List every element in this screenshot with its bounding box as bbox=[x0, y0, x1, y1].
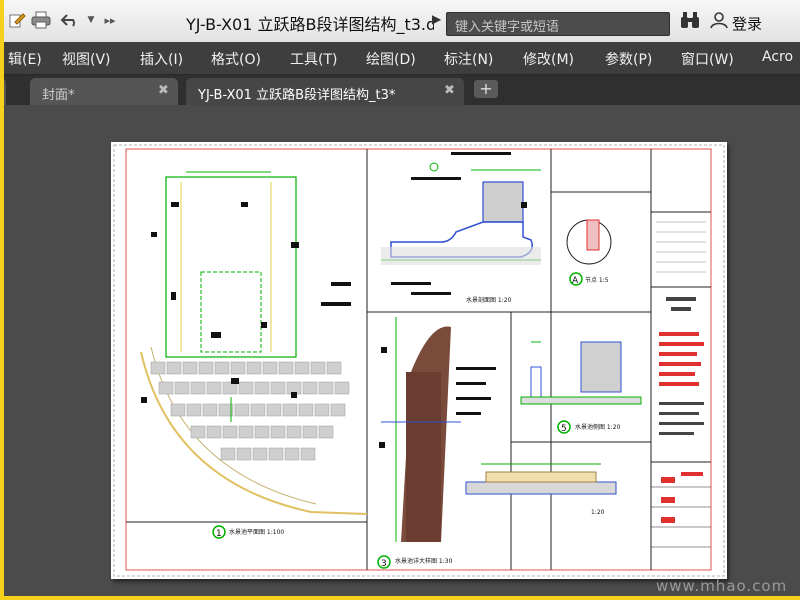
section-detail: 水景剖面图 1:20 bbox=[381, 152, 541, 304]
binoculars-icon[interactable] bbox=[680, 11, 700, 34]
tab-label: 封面* bbox=[42, 88, 75, 103]
drawing-sheet[interactable]: 1 水景池平面图 1:100 水景剖面图 1:20 A 节点 1:5 3 水景池… bbox=[111, 142, 727, 579]
detail-number: A bbox=[572, 276, 579, 286]
menu-parameters[interactable]: 参数(P) bbox=[605, 49, 652, 69]
tab-hidden[interactable] bbox=[4, 78, 6, 105]
document-title: YJ-B-X01 立跃路B段详图结构_t3.d... bbox=[186, 15, 434, 34]
undo-icon[interactable] bbox=[58, 9, 82, 31]
chevron-right-icon[interactable]: ▶ bbox=[432, 12, 441, 26]
menu-view[interactable]: 视图(V) bbox=[62, 49, 111, 69]
drawing-canvas[interactable]: 1 水景池平面图 1:100 水景剖面图 1:20 A 节点 1:5 3 水景池… bbox=[4, 105, 800, 596]
detail-caption: 水景剖面图 1:20 bbox=[466, 296, 512, 304]
menu-bar: 辑(E) 视图(V) 插入(I) 格式(O) 工具(T) 绘图(D) 标注(N)… bbox=[4, 42, 800, 75]
wall-elevation-detail: 3 水景池详大样图 1:30 bbox=[377, 317, 496, 569]
title-bar: ▼ ▸▸ YJ-B-X01 立跃路B段详图结构_t3.d... ▶ 键入关键字或… bbox=[4, 0, 800, 43]
detail-caption: 水景池平面图 1:100 bbox=[229, 528, 284, 536]
print-icon[interactable] bbox=[30, 9, 52, 31]
search-placeholder: 键入关键字或短语 bbox=[455, 20, 560, 35]
more-icon[interactable]: ▸▸ bbox=[102, 9, 118, 31]
side-section-detail: 5 水景池侧图 1:20 bbox=[520, 341, 642, 434]
title-block bbox=[651, 211, 711, 548]
menu-acrobat[interactable]: Acro bbox=[762, 49, 793, 65]
close-icon[interactable]: ✖ bbox=[158, 83, 169, 98]
plan-view-detail: 1 水景池平面图 1:100 bbox=[140, 171, 368, 539]
menu-insert[interactable]: 插入(I) bbox=[140, 49, 183, 69]
detail-caption: 水景池详大样图 1:30 bbox=[395, 557, 453, 565]
watermark-text: www.mhao.com bbox=[656, 577, 788, 595]
search-input[interactable]: 键入关键字或短语 bbox=[446, 12, 670, 36]
new-tab-button[interactable]: + bbox=[474, 80, 498, 98]
menu-edit[interactable]: 辑(E) bbox=[8, 49, 42, 69]
detail-number: 5 bbox=[561, 424, 567, 434]
detail-number: 3 bbox=[381, 559, 387, 569]
menu-dimension[interactable]: 标注(N) bbox=[444, 49, 493, 69]
detail-number: 1 bbox=[216, 529, 222, 539]
detail-caption: 水景池侧图 1:20 bbox=[575, 423, 621, 431]
detail-caption: 节点 1:5 bbox=[585, 276, 609, 284]
menu-format[interactable]: 格式(O) bbox=[211, 49, 261, 69]
tab-cover[interactable]: 封面* ✖ bbox=[30, 78, 178, 105]
user-icon[interactable] bbox=[710, 11, 728, 34]
detail-caption: 1:20 bbox=[591, 509, 605, 516]
tab-current-drawing[interactable]: YJ-B-X01 立跃路B段详图结构_t3* ✖ bbox=[186, 78, 464, 105]
menu-draw[interactable]: 绘图(D) bbox=[366, 49, 416, 69]
tab-label: YJ-B-X01 立跃路B段详图结构_t3* bbox=[198, 88, 396, 103]
cad-app-window: ▼ ▸▸ YJ-B-X01 立跃路B段详图结构_t3.d... ▶ 键入关键字或… bbox=[4, 0, 800, 596]
edit-icon[interactable] bbox=[6, 9, 28, 31]
basin-section-detail: 1:20 bbox=[465, 463, 617, 516]
cad-drawing: 1 水景池平面图 1:100 水景剖面图 1:20 A 节点 1:5 3 水景池… bbox=[113, 144, 725, 577]
close-icon[interactable]: ✖ bbox=[444, 83, 455, 98]
dropdown-icon[interactable]: ▼ bbox=[84, 9, 98, 31]
menu-modify[interactable]: 修改(M) bbox=[523, 49, 574, 69]
menu-tools[interactable]: 工具(T) bbox=[290, 49, 337, 69]
node-a-detail: A 节点 1:5 bbox=[566, 219, 612, 286]
login-button[interactable]: 登录 bbox=[732, 13, 762, 34]
menu-window[interactable]: 窗口(W) bbox=[681, 49, 734, 69]
document-tab-bar: 封面* ✖ YJ-B-X01 立跃路B段详图结构_t3* ✖ bbox=[4, 75, 800, 105]
